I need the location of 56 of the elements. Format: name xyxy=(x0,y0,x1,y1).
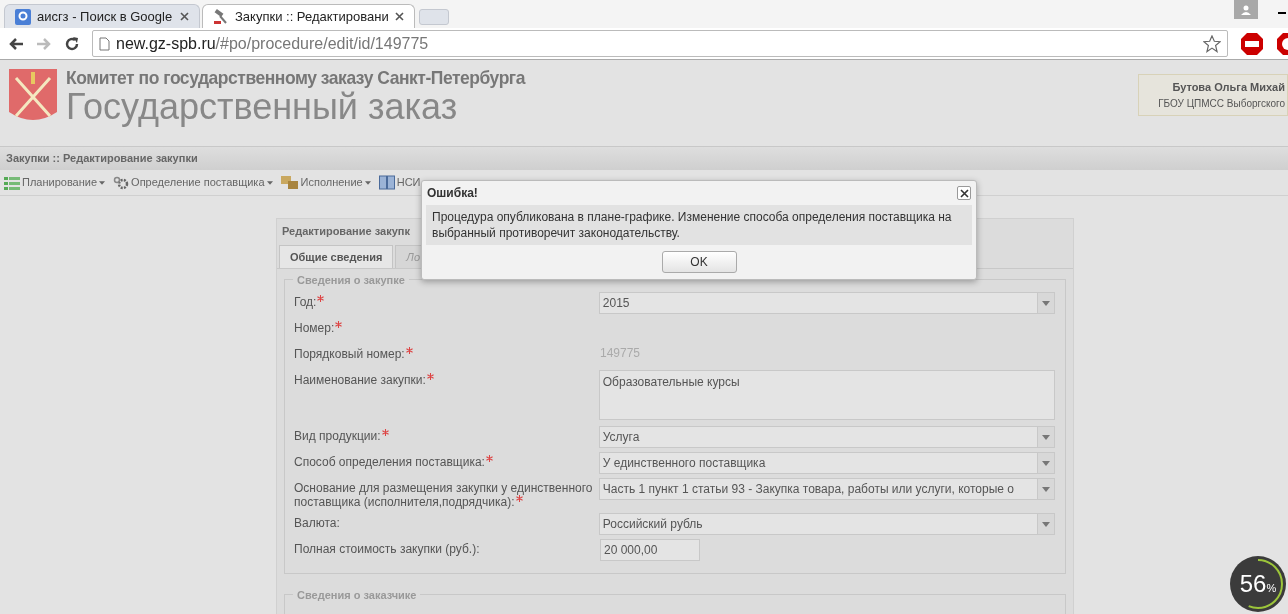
caret-icon xyxy=(1042,486,1050,492)
close-icon[interactable] xyxy=(180,12,189,21)
field-label: Год: xyxy=(294,292,599,309)
ok-button[interactable]: OK xyxy=(661,251,737,273)
caret-icon xyxy=(1042,300,1050,306)
field-label: Вид продукции: xyxy=(294,426,599,443)
user-name: Бутова Ольга Михай xyxy=(1172,80,1285,96)
gauge-value: 56% xyxy=(1239,572,1277,596)
caret-icon xyxy=(1042,521,1050,527)
field-label: Полная стоимость закупки (руб.): xyxy=(294,541,481,556)
caret-icon xyxy=(1042,460,1050,466)
google-icon xyxy=(15,8,31,25)
dialog-title: Ошибка! xyxy=(427,185,478,202)
field-label: Порядковый номер: xyxy=(294,344,600,361)
field-label: Способ определения поставщика: xyxy=(294,452,599,469)
gavel-icon xyxy=(213,8,229,25)
field-label: Наименование закупки: xyxy=(294,370,599,387)
field-label: Валюта: xyxy=(294,515,341,530)
header-subtitle: Комитет по государственному заказу Санкт-Петербурга xyxy=(66,68,525,88)
dropdown-field[interactable]: 2015 xyxy=(598,292,1055,314)
browser-tab[interactable]: аисгз - Поиск в Google xyxy=(4,4,200,28)
form-tab[interactable]: Общие сведения xyxy=(279,245,394,268)
header-title: Государственный заказ xyxy=(66,88,458,126)
dropdown-field[interactable]: Российский рубль xyxy=(598,513,1055,535)
input-field[interactable]: 20 000,00 xyxy=(600,539,700,561)
text-area[interactable]: Образовательные курсы xyxy=(598,370,1055,420)
close-icon[interactable] xyxy=(394,12,404,21)
reload-icon[interactable] xyxy=(64,35,80,52)
menu-item[interactable]: Определение поставщика xyxy=(113,174,273,191)
list-icon xyxy=(4,175,20,190)
boxes-icon xyxy=(280,175,299,190)
caret-icon xyxy=(1042,434,1050,440)
dropdown-field[interactable]: У единственного поставщика xyxy=(598,452,1055,474)
adblock-icon[interactable] xyxy=(1240,31,1264,56)
menu-item[interactable]: НСИ xyxy=(378,174,429,191)
stop-sign-icon[interactable] xyxy=(1276,31,1288,56)
page-icon xyxy=(99,36,110,51)
browser-tab[interactable]: Закупки :: Редактировани xyxy=(202,4,415,28)
dropdown-field[interactable]: Услуга xyxy=(598,426,1055,448)
caret-icon xyxy=(99,180,106,185)
gears-icon xyxy=(113,174,130,191)
address-field[interactable]: new.gz-spb.ru/#po/procedure/edit/id/149775 xyxy=(92,30,1228,57)
user-organization: ГБОУ ЦПМСС Выборгского xyxy=(1158,96,1285,111)
menu-item[interactable]: Планирование xyxy=(4,174,106,191)
book-icon xyxy=(378,175,395,190)
page-title: Закупки :: Редактирование закупки xyxy=(6,151,198,167)
caret-icon xyxy=(266,180,273,185)
caret-icon xyxy=(364,180,371,185)
field-label: Номер: xyxy=(294,318,600,335)
star-icon[interactable] xyxy=(1203,34,1221,53)
back-icon[interactable] xyxy=(8,36,24,51)
field-label: Основание для размещения закупки у единственного поставщика (исполнителя,подрядчика): xyxy=(294,480,594,509)
dialog-message: Процедура опубликована в плане-графике. Изменение способа определения поставщика на выбранный противоречит законодательству. xyxy=(426,205,972,245)
menu-item[interactable]: Исполнение xyxy=(280,174,371,191)
dropdown-field[interactable]: Часть 1 пункт 1 статьи 93 - Закупка товара, работы или услуги, которые о xyxy=(598,478,1055,500)
panel-title: Редактирование закупк xyxy=(282,223,410,239)
